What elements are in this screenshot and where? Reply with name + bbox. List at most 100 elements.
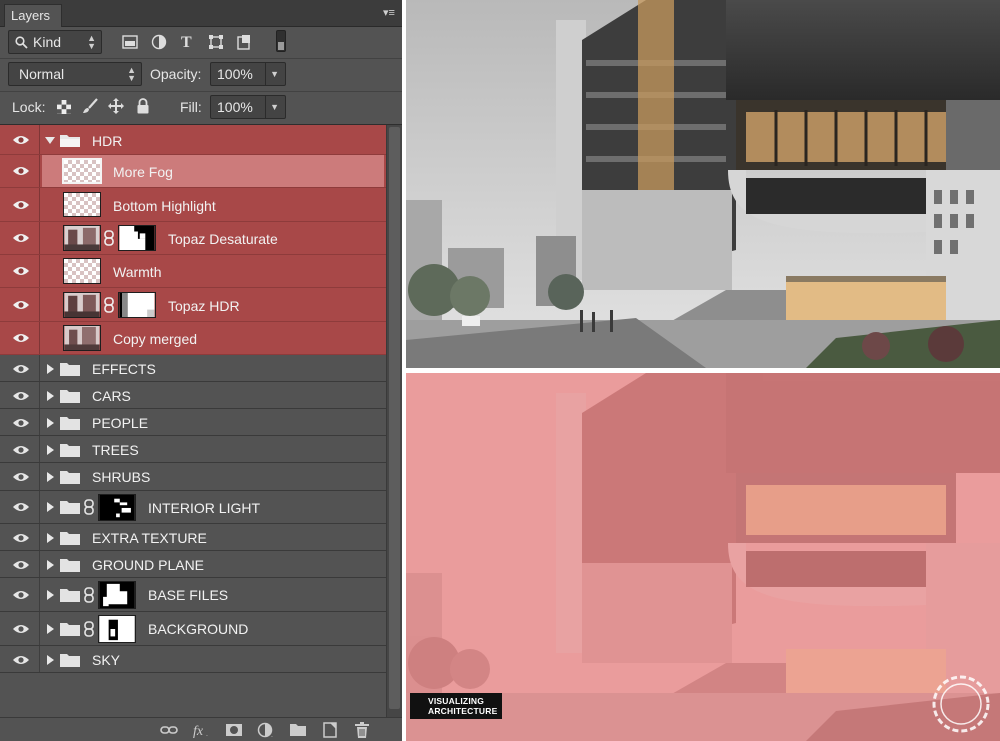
visibility-eye-icon[interactable] <box>12 589 30 601</box>
layer-style-fx-icon[interactable]: fx. <box>193 722 211 738</box>
filter-toggle-switch[interactable] <box>276 30 286 52</box>
blend-mode-select[interactable]: Normal ▲ ▼ <box>8 62 142 86</box>
lock-all-icon[interactable] <box>135 98 151 114</box>
layer-row-trees[interactable]: TREES <box>0 436 386 463</box>
layer-name: TREES <box>92 442 139 458</box>
render-preview-overlay: VISUALIZING ARCHITECTURE <box>406 373 1000 741</box>
group-expand-triangle-icon[interactable] <box>47 391 54 401</box>
filter-type-icon[interactable]: T <box>179 33 195 49</box>
folder-icon <box>60 390 80 403</box>
group-expand-triangle-icon[interactable] <box>47 364 54 374</box>
visibility-eye-icon[interactable] <box>12 532 30 544</box>
lock-pixels-brush-icon[interactable] <box>82 98 98 114</box>
visibility-eye-icon[interactable] <box>12 265 30 277</box>
scrollbar-thumb[interactable] <box>389 127 400 709</box>
group-expand-triangle-icon[interactable] <box>47 624 54 634</box>
layer-row-cars[interactable]: CARS <box>0 382 386 409</box>
visibility-eye-icon[interactable] <box>12 232 30 244</box>
fill-label: Fill: <box>180 99 202 115</box>
visibility-eye-icon[interactable] <box>12 501 30 513</box>
visibility-eye-icon[interactable] <box>12 134 30 146</box>
new-adjustment-layer-icon[interactable]: . <box>257 722 275 738</box>
group-expand-triangle-icon[interactable] <box>47 533 54 543</box>
add-mask-icon[interactable] <box>225 722 243 738</box>
link-chain-icon[interactable] <box>84 621 94 637</box>
tab-layers[interactable]: Layers <box>4 4 62 27</box>
layer-row-base-files[interactable]: BASE FILES <box>0 578 386 612</box>
group-expand-triangle-icon[interactable] <box>47 418 54 428</box>
visibility-eye-icon[interactable] <box>12 417 30 429</box>
visibility-eye-icon[interactable] <box>12 559 30 571</box>
search-icon <box>15 36 28 49</box>
link-chain-icon[interactable] <box>104 230 114 246</box>
link-chain-icon[interactable] <box>84 587 94 603</box>
group-expand-triangle-icon[interactable] <box>47 590 54 600</box>
layer-row-extra-texture[interactable]: EXTRA TEXTURE <box>0 524 386 551</box>
svg-text:.: . <box>206 731 208 738</box>
layer-row-shrubs[interactable]: SHRUBS <box>0 463 386 491</box>
link-chain-icon[interactable] <box>104 297 114 313</box>
layer-list-scrollbar[interactable] <box>386 125 402 717</box>
chevron-down-icon[interactable]: ▼ <box>270 96 279 118</box>
layer-row-sky[interactable]: SKY <box>0 646 386 673</box>
group-expand-triangle-icon[interactable] <box>47 472 54 482</box>
filter-adjustment-icon[interactable] <box>151 34 167 50</box>
panel-menu-icon[interactable]: ▾≡ <box>381 7 397 19</box>
visibility-eye-icon[interactable] <box>12 623 30 635</box>
group-expand-triangle-icon[interactable] <box>45 137 55 144</box>
layer-name: EFFECTS <box>92 361 156 377</box>
filter-pixel-icon[interactable] <box>122 34 138 50</box>
layer-name: Bottom Highlight <box>113 198 216 214</box>
lock-position-move-icon[interactable] <box>108 98 124 114</box>
filter-kind-select[interactable]: Kind ▲ ▼ <box>8 30 102 54</box>
visibility-eye-icon[interactable] <box>12 199 30 211</box>
layer-row-copy-merged[interactable]: Copy merged <box>0 322 386 355</box>
layer-row-more-fog[interactable]: More Fog <box>0 155 386 188</box>
visibility-eye-icon[interactable] <box>12 390 30 402</box>
filter-shape-icon[interactable] <box>208 34 224 50</box>
link-layers-icon[interactable] <box>160 722 178 738</box>
new-layer-icon[interactable] <box>321 722 339 738</box>
layer-row-effects[interactable]: EFFECTS <box>0 355 386 382</box>
layer-row-topaz-hdr[interactable]: Topaz HDR <box>0 288 386 322</box>
filter-smartobject-icon[interactable] <box>236 34 252 50</box>
visibility-eye-icon[interactable] <box>12 332 30 344</box>
layer-row-ground-plane[interactable]: GROUND PLANE <box>0 551 386 578</box>
layer-row-warmth[interactable]: Warmth <box>0 255 386 288</box>
layer-thumbnail <box>63 225 101 251</box>
layer-row-topaz-desaturate[interactable]: Topaz Desaturate <box>0 222 386 255</box>
panel-tab-bar: Layers ▾≡ <box>0 0 402 27</box>
chevron-down-icon[interactable]: ▼ <box>270 63 279 85</box>
group-expand-triangle-icon[interactable] <box>47 445 54 455</box>
tab-label: Layers <box>11 8 51 23</box>
blend-mode-value: Normal <box>19 66 65 82</box>
layer-name: SKY <box>92 652 121 668</box>
visibility-eye-icon[interactable] <box>12 165 30 177</box>
layer-row-bottom-highlight[interactable]: Bottom Highlight <box>0 188 386 222</box>
visibility-eye-icon[interactable] <box>12 299 30 311</box>
new-group-folder-icon[interactable] <box>289 722 307 738</box>
badge-line-2: ARCHITECTURE <box>428 706 498 716</box>
fill-field[interactable]: 100% ▼ <box>210 95 286 119</box>
opacity-field[interactable]: 100% ▼ <box>210 62 286 86</box>
visibility-eye-icon[interactable] <box>12 471 30 483</box>
visibility-eye-icon[interactable] <box>12 363 30 375</box>
folder-icon <box>60 623 80 636</box>
visibility-eye-icon[interactable] <box>12 654 30 666</box>
group-expand-triangle-icon[interactable] <box>47 502 54 512</box>
layer-row-people[interactable]: PEOPLE <box>0 409 386 436</box>
visibility-eye-icon[interactable] <box>12 444 30 456</box>
layer-row-hdr[interactable]: HDR <box>0 125 386 155</box>
layer-name: More Fog <box>113 164 173 180</box>
group-expand-triangle-icon[interactable] <box>47 655 54 665</box>
layer-row-interior-light[interactable]: INTERIOR LIGHT <box>0 491 386 524</box>
opacity-value: 100% <box>217 66 253 82</box>
delete-layer-trash-icon[interactable] <box>353 722 371 738</box>
divider <box>0 91 402 92</box>
lock-transparent-icon[interactable] <box>56 99 72 115</box>
layer-row-background[interactable]: BACKGROUND <box>0 612 386 646</box>
svg-text:.: . <box>271 732 273 738</box>
group-expand-triangle-icon[interactable] <box>47 560 54 570</box>
link-chain-icon[interactable] <box>84 499 94 515</box>
layer-name: Topaz Desaturate <box>168 231 278 247</box>
